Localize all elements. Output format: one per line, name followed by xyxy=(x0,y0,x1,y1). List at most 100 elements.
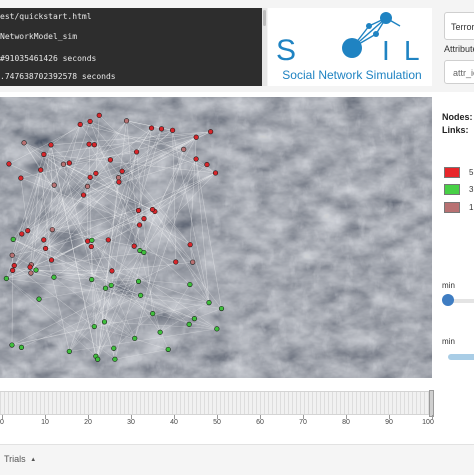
network-node[interactable] xyxy=(187,322,192,327)
network-node[interactable] xyxy=(142,216,147,221)
network-node[interactable] xyxy=(109,283,114,288)
network-node[interactable] xyxy=(94,171,99,176)
network-node[interactable] xyxy=(207,300,212,305)
network-node[interactable] xyxy=(49,143,54,148)
network-node[interactable] xyxy=(92,324,97,329)
network-node[interactable] xyxy=(192,316,197,321)
network-node[interactable] xyxy=(194,135,199,140)
network-node[interactable] xyxy=(102,320,107,325)
network-node[interactable] xyxy=(81,193,86,198)
network-node[interactable] xyxy=(108,158,113,163)
network-node[interactable] xyxy=(37,297,42,302)
network-node[interactable] xyxy=(181,147,186,152)
network-node[interactable] xyxy=(149,126,154,131)
network-node[interactable] xyxy=(103,286,108,291)
attribute-input[interactable]: attr_ic xyxy=(444,60,474,84)
network-node[interactable] xyxy=(34,268,39,273)
network-node[interactable] xyxy=(188,282,193,287)
network-node[interactable] xyxy=(50,227,55,232)
network-node[interactable] xyxy=(97,113,102,118)
range-slider[interactable] xyxy=(448,354,474,360)
network-node[interactable] xyxy=(7,162,12,167)
map-canvas[interactable] xyxy=(0,97,432,378)
network-node[interactable] xyxy=(188,242,193,247)
network-node[interactable] xyxy=(85,239,90,244)
network-node[interactable] xyxy=(205,162,210,167)
network-node[interactable] xyxy=(158,330,163,335)
timeline-tick-label: 0 xyxy=(0,419,12,426)
timeline[interactable]: 0102030405060708090100 xyxy=(0,384,436,436)
network-node[interactable] xyxy=(136,279,141,284)
network-node[interactable] xyxy=(208,129,213,134)
network-node[interactable] xyxy=(159,127,164,132)
slider-min-label: min xyxy=(442,281,455,290)
network-node[interactable] xyxy=(219,306,224,311)
network-node[interactable] xyxy=(116,175,121,180)
network-node[interactable] xyxy=(52,183,57,188)
network-node[interactable] xyxy=(134,150,139,155)
network-node[interactable] xyxy=(120,169,125,174)
network-node[interactable] xyxy=(10,268,15,273)
network-node[interactable] xyxy=(194,157,199,162)
network-node[interactable] xyxy=(190,260,195,265)
network-node[interactable] xyxy=(43,246,48,251)
network-node[interactable] xyxy=(117,180,122,185)
network-node[interactable] xyxy=(41,238,46,243)
network-node[interactable] xyxy=(38,168,43,173)
network-node[interactable] xyxy=(138,293,143,298)
network-node[interactable] xyxy=(78,122,83,127)
network-node[interactable] xyxy=(87,142,92,147)
network-node[interactable] xyxy=(88,119,93,124)
network-node[interactable] xyxy=(49,258,54,263)
network-node[interactable] xyxy=(10,343,15,348)
network-node[interactable] xyxy=(28,265,33,270)
network-node[interactable] xyxy=(42,152,47,157)
group-select[interactable]: Terror xyxy=(444,12,474,40)
network-node[interactable] xyxy=(90,238,95,243)
network-node[interactable] xyxy=(110,269,115,274)
min-slider-handle[interactable] xyxy=(442,294,454,306)
network-node[interactable] xyxy=(19,345,24,350)
network-node[interactable] xyxy=(124,119,129,124)
network-node[interactable] xyxy=(150,311,155,316)
network-node[interactable] xyxy=(111,346,116,351)
network-node[interactable] xyxy=(215,327,220,332)
network-node[interactable] xyxy=(88,175,93,180)
network-node[interactable] xyxy=(170,128,175,133)
network-node[interactable] xyxy=(11,237,16,242)
network-node[interactable] xyxy=(150,207,155,212)
network-node[interactable] xyxy=(12,263,17,268)
network-node[interactable] xyxy=(95,357,100,362)
network-node[interactable] xyxy=(136,208,141,213)
network-node[interactable] xyxy=(19,176,24,181)
console-scrollbar[interactable] xyxy=(262,8,267,86)
network-node[interactable] xyxy=(173,260,178,265)
timeline-handle[interactable] xyxy=(429,390,434,417)
network-node[interactable] xyxy=(85,184,90,189)
network-node[interactable] xyxy=(61,162,66,167)
network-node[interactable] xyxy=(166,347,171,352)
timeline-track[interactable] xyxy=(0,391,432,415)
network-node[interactable] xyxy=(132,336,137,341)
legend-swatch xyxy=(444,202,460,213)
network-node[interactable] xyxy=(106,238,111,243)
network-node[interactable] xyxy=(132,244,137,249)
network-node[interactable] xyxy=(19,232,24,237)
network-node[interactable] xyxy=(52,275,57,280)
network-node[interactable] xyxy=(67,161,72,166)
network-node[interactable] xyxy=(113,357,118,362)
network-node[interactable] xyxy=(25,228,30,233)
network-node[interactable] xyxy=(137,223,142,228)
network-node[interactable] xyxy=(67,349,72,354)
network-node[interactable] xyxy=(92,142,97,147)
network-node[interactable] xyxy=(142,250,147,255)
network-map[interactable] xyxy=(0,97,432,378)
network-node[interactable] xyxy=(29,271,34,276)
network-node[interactable] xyxy=(89,277,94,282)
network-node[interactable] xyxy=(10,253,15,258)
network-node[interactable] xyxy=(213,171,218,176)
network-node[interactable] xyxy=(22,141,27,146)
network-node[interactable] xyxy=(89,244,94,249)
trials-toggle[interactable]: Trials ▲ xyxy=(4,454,36,464)
network-node[interactable] xyxy=(4,276,9,281)
